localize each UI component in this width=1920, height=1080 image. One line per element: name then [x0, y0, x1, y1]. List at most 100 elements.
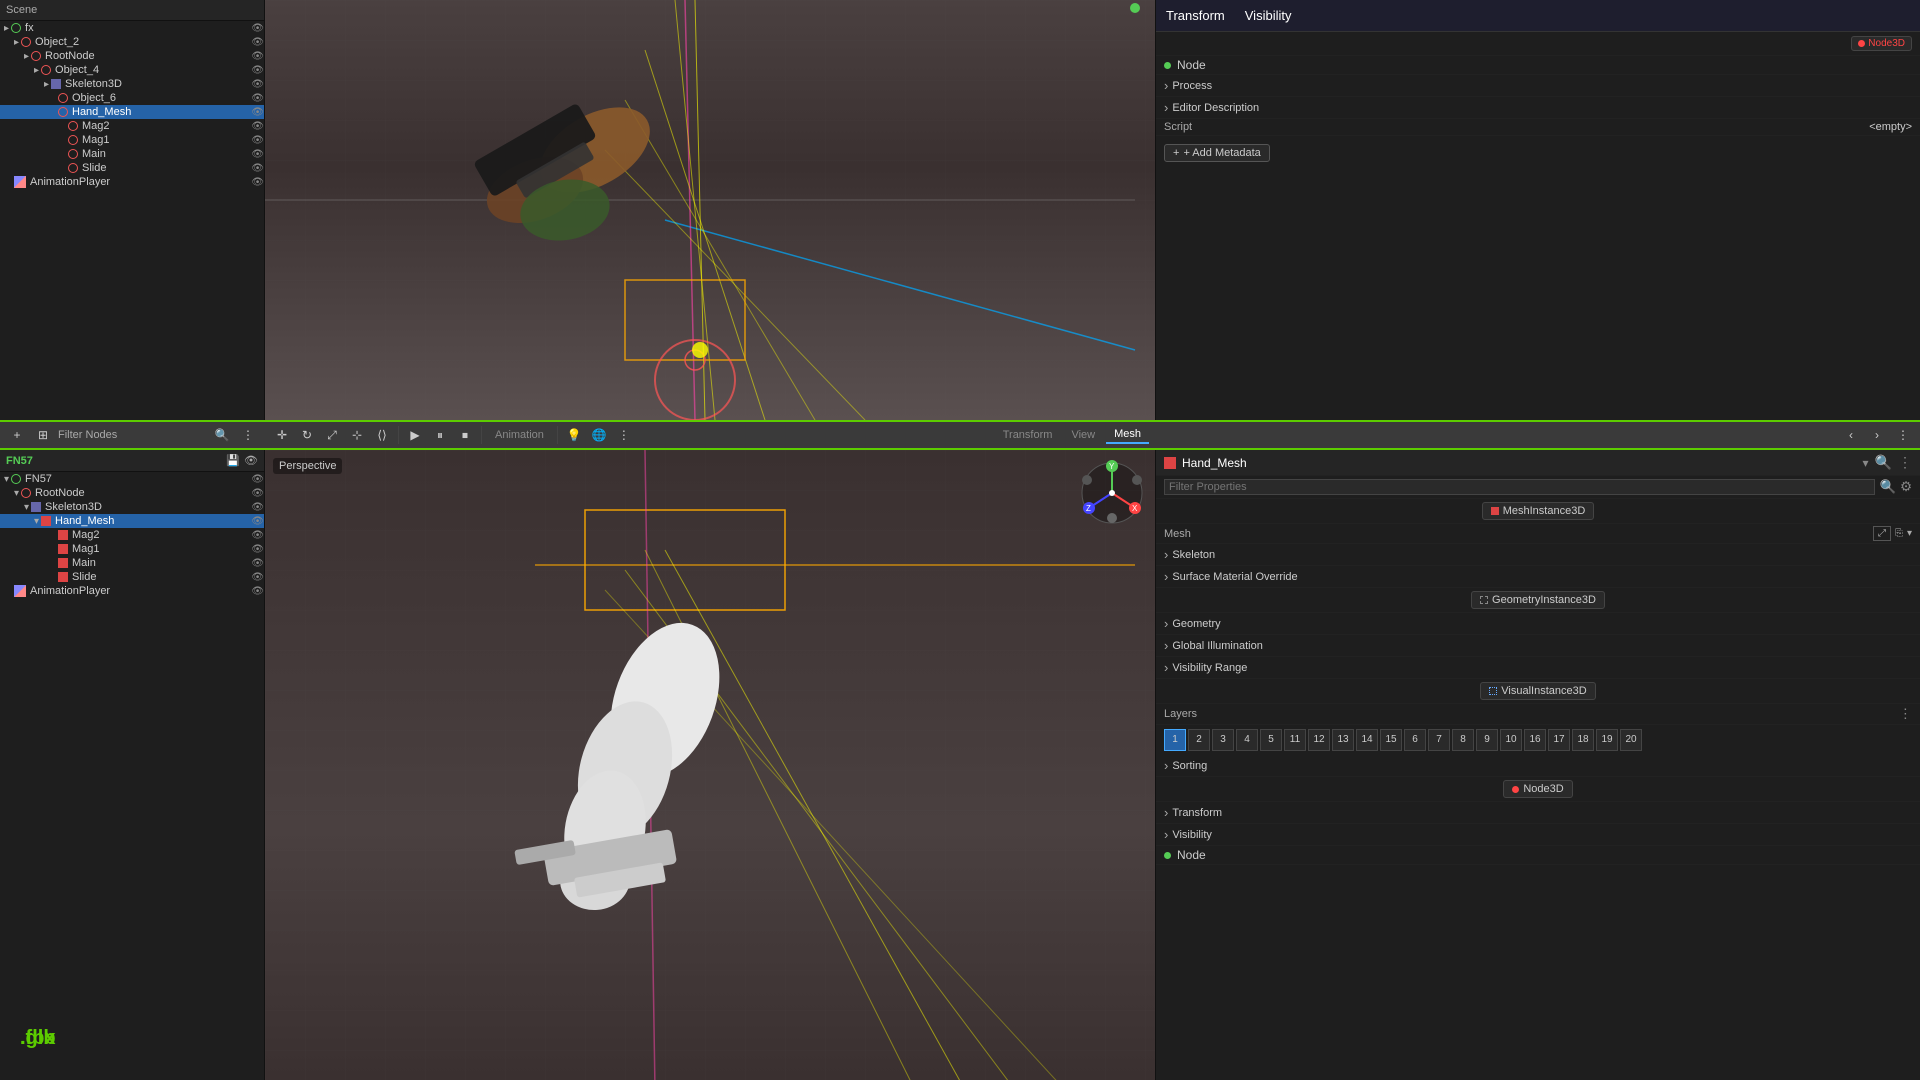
tree-item-skeleton3d-bot[interactable]: ▾ Skeleton3D 👁 — [0, 500, 264, 514]
eye-icon[interactable]: 👁 — [251, 558, 264, 569]
layer-11-btn[interactable]: 11 — [1284, 729, 1306, 751]
eye-icon[interactable]: 👁 — [251, 135, 264, 146]
layer-4-btn[interactable]: 4 — [1236, 729, 1258, 751]
layer-18-btn[interactable]: 18 — [1572, 729, 1594, 751]
layer-3-btn[interactable]: 3 — [1212, 729, 1234, 751]
props-scroll[interactable]: Process Editor Description Script <empty… — [1156, 75, 1920, 420]
tree-item-hand-mesh-top[interactable]: Hand_Mesh 👁 — [0, 105, 264, 119]
tree-item-main-bot[interactable]: Main 👁 — [0, 556, 264, 570]
env-btn[interactable]: 🌐 — [588, 424, 610, 446]
mesh-expand-btn[interactable]: ⤢ — [1873, 526, 1891, 541]
eye-icon[interactable]: 👁 — [251, 177, 264, 188]
tree-item-rootnode-bot[interactable]: ▾ RootNode 👁 — [0, 486, 264, 500]
eye-icon[interactable]: 👁 — [251, 51, 264, 62]
geometry-section[interactable]: Geometry — [1156, 613, 1920, 635]
bottom-tree-scroll[interactable]: ▾ FN57 👁 ▾ RootNode 👁 ▾ Skeleton3D 👁 ▾ — [0, 472, 264, 1072]
mesh-arrow-btn[interactable]: ▾ — [1907, 528, 1912, 539]
eye-icon[interactable]: 👁 — [251, 502, 264, 513]
layer-20-btn[interactable]: 20 — [1620, 729, 1642, 751]
layer-14-btn[interactable]: 14 — [1356, 729, 1378, 751]
process-section[interactable]: Process — [1156, 75, 1920, 97]
filter-props-input[interactable] — [1164, 479, 1875, 495]
tree-item-main-top[interactable]: Main 👁 — [0, 147, 264, 161]
tree-options-button[interactable]: ⋮ — [237, 424, 259, 446]
scale-tool[interactable]: ⤢ — [321, 424, 343, 446]
tree-item-rootnode-top[interactable]: ▸ RootNode 👁 — [0, 49, 264, 63]
eye-icon[interactable]: 👁 — [251, 516, 264, 527]
transform-tab[interactable]: Transform — [1166, 8, 1225, 23]
more-btn[interactable]: ⋮ — [613, 424, 635, 446]
search-nodes-button[interactable]: 🔍 — [211, 424, 233, 446]
add-metadata-button[interactable]: + + Add Metadata — [1164, 144, 1270, 162]
layer-6-btn[interactable]: 6 — [1404, 729, 1426, 751]
layer-9-btn[interactable]: 9 — [1476, 729, 1498, 751]
tree-item-object4[interactable]: ▸ Object_4 👁 — [0, 63, 264, 77]
tree-item-hand-mesh-bot[interactable]: ▾ Hand_Mesh 👁 — [0, 514, 264, 528]
layer-13-btn[interactable]: 13 — [1332, 729, 1354, 751]
layer-2-btn[interactable]: 2 — [1188, 729, 1210, 751]
layer-10-btn[interactable]: 10 — [1500, 729, 1522, 751]
tree-item-mag2-top[interactable]: Mag2 👁 — [0, 119, 264, 133]
add-node-button[interactable]: + — [6, 424, 28, 446]
eye-icon[interactable]: 👁 — [251, 163, 264, 174]
select-tool[interactable]: ⊹ — [346, 424, 368, 446]
tab-animation[interactable]: Animation — [487, 427, 552, 443]
stop-button[interactable]: ⏹ — [454, 424, 476, 446]
eye-icon[interactable]: 👁 — [251, 65, 264, 76]
eye-icon[interactable]: 👁 — [251, 93, 264, 104]
tree-item-slide-top[interactable]: Slide 👁 — [0, 161, 264, 175]
tree-item-animplayer-bot[interactable]: AnimationPlayer 👁 — [0, 584, 264, 598]
eye-icon[interactable]: 👁 — [251, 149, 264, 160]
tree-item-skeleton3d-top[interactable]: ▸ Skeleton3D 👁 — [0, 77, 264, 91]
eye-icon-header[interactable]: 👁 — [244, 454, 258, 467]
dropdown-btn[interactable]: ▾ — [1863, 456, 1869, 470]
prev-button[interactable]: ‹ — [1840, 424, 1862, 446]
filter-settings-btn[interactable]: ⚙ — [1900, 479, 1912, 495]
rotate-tool[interactable]: ↻ — [296, 424, 318, 446]
eye-icon[interactable]: 👁 — [251, 488, 264, 499]
eye-icon[interactable]: 👁 — [251, 586, 264, 597]
layer-15-btn[interactable]: 15 — [1380, 729, 1402, 751]
top-tree-scroll[interactable]: ▸ fx 👁 ▸ Object_2 👁 ▸ RootNode 👁 — [0, 21, 264, 411]
tab-transform[interactable]: Transform — [995, 427, 1061, 443]
eye-icon[interactable]: 👁 — [251, 544, 264, 555]
bottom-props-scroll[interactable]: MeshInstance3D Mesh ⤢ ⎘ ▾ Skeleton Surfa… — [1156, 499, 1920, 1069]
layer-1-btn[interactable]: 1 — [1164, 729, 1186, 751]
global-illumination-section[interactable]: Global Illumination — [1156, 635, 1920, 657]
toolbar-right-more[interactable]: ⋮ — [1892, 424, 1914, 446]
layers-more-btn[interactable]: ⋮ — [1899, 706, 1912, 722]
tree-item-object2[interactable]: ▸ Object_2 👁 — [0, 35, 264, 49]
layer-12-btn[interactable]: 12 — [1308, 729, 1330, 751]
visibility-bottom-section[interactable]: Visibility — [1156, 824, 1920, 846]
tree-item-animplayer-top[interactable]: AnimationPlayer 👁 — [0, 175, 264, 189]
pause-button[interactable]: ⏸ — [429, 424, 451, 446]
tree-item-fn57[interactable]: ▾ FN57 👁 — [0, 472, 264, 486]
save-icon[interactable]: 💾 — [226, 454, 240, 467]
eye-icon[interactable]: 👁 — [251, 121, 264, 132]
eye-icon[interactable]: 👁 — [251, 37, 264, 48]
tree-item-mag2-bot[interactable]: Mag2 👁 — [0, 528, 264, 542]
visibility-range-section[interactable]: Visibility Range — [1156, 657, 1920, 679]
transform-bottom-section[interactable]: Transform — [1156, 802, 1920, 824]
sorting-section[interactable]: Sorting — [1156, 755, 1920, 777]
search-props-btn[interactable]: 🔍 — [1875, 454, 1892, 471]
eye-icon[interactable]: 👁 — [251, 79, 264, 90]
eye-icon[interactable]: 👁 — [251, 474, 264, 485]
bottom-nav-gizmo[interactable]: Y Z X — [1077, 458, 1147, 528]
move2-tool[interactable]: ⟨⟩ — [371, 424, 393, 446]
tree-item-object6[interactable]: Object_6 👁 — [0, 91, 264, 105]
eye-icon[interactable]: 👁 — [251, 530, 264, 541]
filter-nodes-button[interactable]: ⊞ — [32, 424, 54, 446]
layer-5-btn[interactable]: 5 — [1260, 729, 1282, 751]
next-button[interactable]: › — [1866, 424, 1888, 446]
surface-material-section[interactable]: Surface Material Override — [1156, 566, 1920, 588]
tab-mesh[interactable]: Mesh — [1106, 426, 1149, 444]
editor-desc-section[interactable]: Editor Description — [1156, 97, 1920, 119]
visibility-tab[interactable]: Visibility — [1245, 8, 1292, 23]
filter-search-btn[interactable]: 🔍 — [1879, 479, 1896, 495]
eye-icon[interactable]: 👁 — [251, 572, 264, 583]
layer-7-btn[interactable]: 7 — [1428, 729, 1450, 751]
layer-17-btn[interactable]: 17 — [1548, 729, 1570, 751]
eye-icon[interactable]: 👁 — [251, 23, 264, 34]
mesh-copy-btn[interactable]: ⎘ — [1895, 528, 1903, 539]
